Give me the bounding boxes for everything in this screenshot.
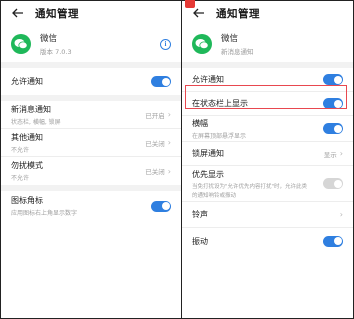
lockscreen-label: 锁屏通知 [192, 149, 224, 158]
app-info-row: 微信 版本 7.0.3 i [1, 26, 181, 62]
left-header: 通知管理 [1, 0, 181, 26]
app-version: 版本 7.0.3 [40, 48, 72, 56]
do-not-disturb-label: 勿扰模式 [11, 161, 43, 170]
other-notifications-label: 其他通知 [11, 132, 43, 142]
chevron-right-icon: › [339, 149, 343, 158]
red-badge-icon [185, 0, 195, 8]
chevron-right-icon: › [167, 110, 171, 119]
lockscreen-notification-row[interactable]: 锁屏通知 显示 › [182, 142, 353, 166]
right-header: 通知管理 [182, 0, 353, 26]
app-name: 微信 [221, 34, 239, 44]
right-panel: 通知管理 微信 新消息通知 允许通知 在状态栏上显示 横幅 在屏幕顶部悬浮显示 … [182, 0, 353, 319]
chevron-right-icon: › [167, 138, 171, 147]
other-notifications-row[interactable]: 其他通知 不允许 已关闭 › [1, 129, 181, 157]
icon-badge-label: 图标角标 [11, 196, 43, 205]
back-arrow-icon[interactable] [192, 6, 206, 20]
allow-notifications-toggle[interactable] [151, 76, 171, 87]
ringtone-label: 铃声 [192, 210, 208, 219]
wechat-icon [11, 34, 31, 54]
ringtone-row[interactable]: 铃声 › [182, 202, 353, 228]
banner-toggle[interactable] [323, 123, 343, 134]
wechat-icon [192, 34, 212, 54]
vibrate-label: 振动 [192, 236, 208, 246]
priority-sub-line2: 的通知响铃或振动 [192, 192, 237, 199]
icon-badge-sub: 应用图标右上角显示数字 [11, 210, 78, 217]
vibrate-row[interactable]: 振动 [182, 228, 353, 254]
do-not-disturb-value: 已关闭 [145, 168, 165, 176]
allow-notifications-row[interactable]: 允许通知 [1, 68, 181, 95]
info-icon[interactable]: i [160, 38, 171, 50]
chevron-right-icon: › [339, 210, 343, 219]
page-title: 通知管理 [35, 7, 79, 20]
priority-display-row[interactable]: 优先显示 当免打扰设为"允许优先内容打扰"时，允许此类 的通知响铃或振动 [182, 166, 353, 202]
back-arrow-icon[interactable] [11, 6, 25, 20]
statusbar-highlight-box [185, 85, 347, 109]
do-not-disturb-sub: 不允许 [11, 175, 30, 182]
other-notifications-value: 已关闭 [145, 139, 165, 148]
chevron-right-icon: › [167, 166, 171, 176]
banner-sub: 在屏幕顶部悬浮显示 [192, 132, 247, 140]
app-subtitle: 新消息通知 [221, 48, 254, 56]
allow-notifications-toggle[interactable] [323, 74, 343, 85]
left-panel: 通知管理 微信 版本 7.0.3 i 允许通知 新消息通知 状态栏, 横幅, 锁… [1, 0, 181, 319]
other-notifications-sub: 不允许 [11, 146, 30, 154]
allow-notifications-label: 允许通知 [192, 75, 224, 84]
priority-toggle[interactable] [323, 178, 343, 189]
banner-row[interactable]: 横幅 在屏幕顶部悬浮显示 [182, 116, 353, 142]
app-name: 微信 [40, 34, 58, 44]
app-info-row: 微信 新消息通知 [182, 26, 353, 62]
icon-badge-row[interactable]: 图标角标 应用图标右上角显示数字 [1, 191, 181, 221]
priority-label: 优先显示 [192, 169, 224, 179]
icon-badge-toggle[interactable] [151, 200, 171, 212]
lockscreen-value: 显示 [323, 150, 337, 159]
priority-sub-line1: 当免打扰设为"允许优先内容打扰"时，允许此类 [192, 183, 308, 190]
vibrate-toggle[interactable] [323, 235, 343, 247]
banner-label: 横幅 [192, 118, 208, 128]
allow-notifications-label: 允许通知 [11, 77, 43, 86]
new-message-notification-row[interactable]: 新消息通知 状态栏, 横幅, 锁屏 已开启 › [1, 101, 181, 129]
do-not-disturb-row[interactable]: 勿扰模式 不允许 已关闭 › [1, 157, 181, 185]
new-message-value: 已开启 [145, 111, 165, 120]
new-message-label: 新消息通知 [11, 104, 51, 114]
page-title: 通知管理 [216, 7, 260, 20]
new-message-sub: 状态栏, 横幅, 锁屏 [11, 118, 61, 126]
